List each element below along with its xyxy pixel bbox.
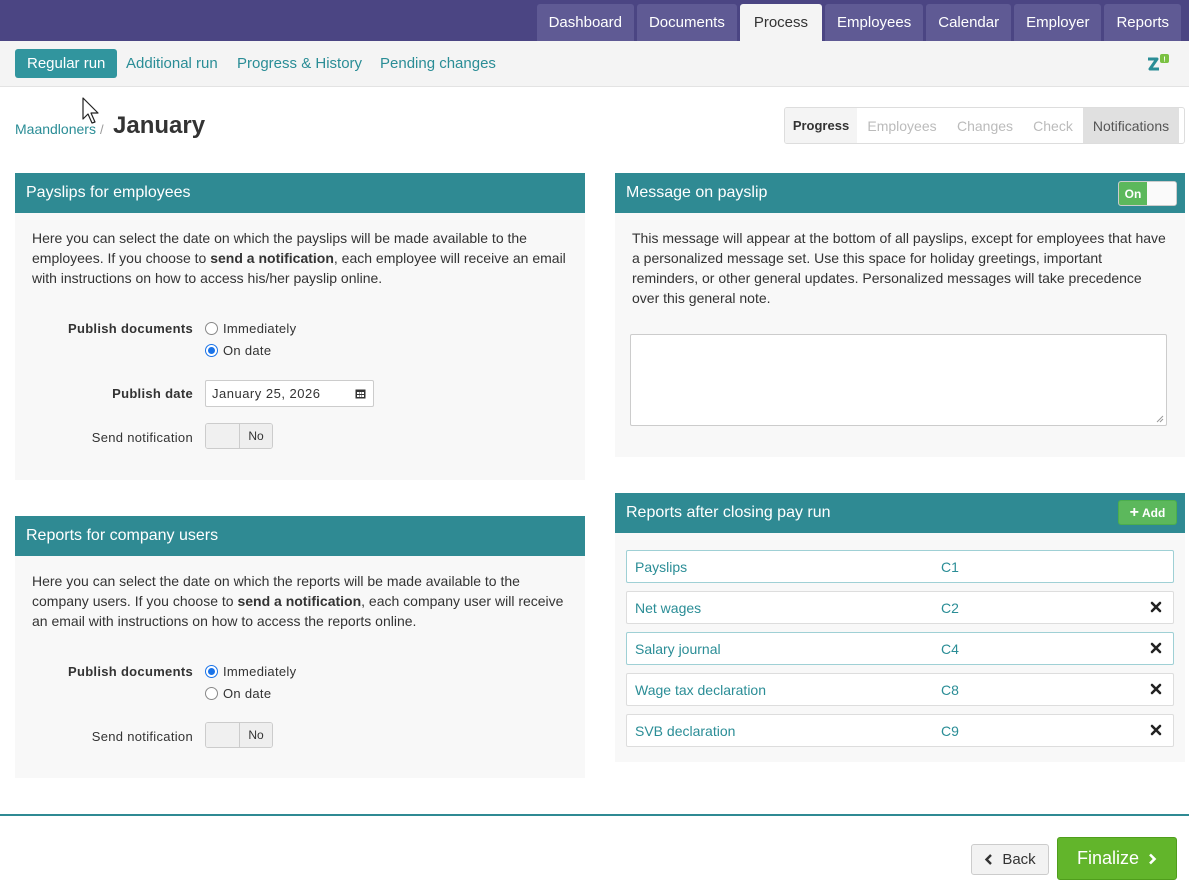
tab-dashboard[interactable]: Dashboard <box>536 4 634 41</box>
chevron-left-icon <box>985 854 993 865</box>
payslips-notify-toggle[interactable]: No <box>205 423 273 449</box>
radio-checked-icon[interactable] <box>205 344 218 357</box>
payslip-message-textarea[interactable] <box>630 334 1167 426</box>
radio-icon[interactable] <box>205 322 218 335</box>
toggle-knob <box>206 424 240 448</box>
svg-text:!: ! <box>1163 57 1165 64</box>
company-publish-label: Publish documents <box>67 664 193 679</box>
top-navigation-bar: Dashboard Documents Process Employees Ca… <box>0 0 1189 41</box>
remove-icon[interactable] <box>1149 723 1163 737</box>
payslips-description: Here you can select the date on which th… <box>32 230 566 286</box>
report-name[interactable]: Salary journal <box>635 641 721 657</box>
report-row[interactable]: SVB declaration C9 <box>626 714 1174 747</box>
report-code: C2 <box>941 599 959 616</box>
tab-calendar[interactable]: Calendar <box>926 4 1012 41</box>
tab-reports[interactable]: Reports <box>1104 4 1181 41</box>
payslips-radio-on-date[interactable]: On date <box>205 343 271 358</box>
report-code: C1 <box>941 558 959 575</box>
tab-process[interactable]: Process <box>739 4 823 41</box>
report-code: C9 <box>941 722 959 739</box>
toggle-knob <box>1147 182 1176 205</box>
subtab-regular-run[interactable]: Regular run <box>15 49 118 78</box>
chevron-right-icon <box>1149 853 1157 864</box>
payslips-notify-label: Send notification <box>91 430 193 445</box>
report-row[interactable]: Wage tax declaration C8 <box>626 673 1174 706</box>
subtab-progress-history[interactable]: Progress & History <box>237 49 362 78</box>
resize-grip-icon[interactable] <box>1156 415 1164 423</box>
company-radio-on-date[interactable]: On date <box>205 686 271 701</box>
notifications-icon[interactable]: ! <box>1145 53 1171 75</box>
page-title: January <box>113 112 206 139</box>
step-changes[interactable]: Changes <box>947 108 1023 143</box>
payslips-panel-title: Payslips for employees <box>15 173 585 213</box>
company-notify-toggle[interactable]: No <box>205 722 273 748</box>
message-description: This message will appear at the bottom o… <box>632 230 1166 306</box>
add-report-button[interactable]: + Add <box>1118 500 1177 525</box>
report-name[interactable]: Payslips <box>635 559 687 575</box>
message-toggle[interactable]: On <box>1118 181 1177 206</box>
sub-navigation-bar: Regular run Additional run Progress & Hi… <box>0 41 1189 87</box>
company-notify-label: Send notification <box>91 729 193 744</box>
toggle-knob <box>206 723 240 747</box>
toggle-state-label: No <box>240 723 272 747</box>
report-name[interactable]: Net wages <box>635 600 701 616</box>
finalize-button[interactable]: Finalize <box>1057 837 1177 880</box>
main-tabs: Dashboard Documents Process Employees Ca… <box>536 4 1181 41</box>
step-check[interactable]: Check <box>1023 108 1083 143</box>
remove-icon[interactable] <box>1149 641 1163 655</box>
back-button[interactable]: Back <box>971 844 1049 875</box>
company-panel-title: Reports for company users <box>15 516 585 556</box>
report-name[interactable]: Wage tax declaration <box>635 682 766 698</box>
subtab-additional-run[interactable]: Additional run <box>126 49 218 78</box>
step-notifications[interactable]: Notifications <box>1083 108 1179 143</box>
remove-icon[interactable] <box>1149 600 1163 614</box>
toggle-state-label: No <box>240 424 272 448</box>
tab-employees[interactable]: Employees <box>825 4 924 41</box>
payslips-publish-label: Publish documents <box>67 321 193 336</box>
reports-panel-title: Reports after closing pay run <box>615 493 1185 533</box>
radio-icon[interactable] <box>205 687 218 700</box>
process-steps: Progress Employees Changes Check Notific… <box>784 107 1185 144</box>
report-row[interactable]: Payslips C1 <box>626 550 1174 583</box>
company-radio-immediately[interactable]: Immediately <box>205 664 296 679</box>
report-code: C8 <box>941 681 959 698</box>
tab-employer[interactable]: Employer <box>1014 4 1102 41</box>
mouse-cursor-icon <box>82 97 99 124</box>
footer-divider <box>0 814 1189 816</box>
report-row[interactable]: Net wages C2 <box>626 591 1174 624</box>
message-panel-title: Message on payslip <box>615 173 1185 213</box>
publish-date-input[interactable]: January 25, 2026 <box>205 380 374 407</box>
report-code: C4 <box>941 640 959 657</box>
plus-icon: + <box>1129 503 1139 521</box>
calendar-icon[interactable] <box>355 388 366 399</box>
toggle-state-label: On <box>1119 182 1147 205</box>
step-employees[interactable]: Employees <box>857 108 947 143</box>
remove-icon[interactable] <box>1149 682 1163 696</box>
tab-documents[interactable]: Documents <box>636 4 737 41</box>
report-row[interactable]: Salary journal C4 <box>626 632 1174 665</box>
report-name[interactable]: SVB declaration <box>635 723 735 739</box>
publish-date-label: Publish date <box>112 386 193 401</box>
payslips-radio-immediately[interactable]: Immediately <box>205 321 296 336</box>
step-progress[interactable]: Progress <box>785 108 857 143</box>
subtab-pending-changes[interactable]: Pending changes <box>380 49 496 78</box>
company-description: Here you can select the date on which th… <box>32 573 564 629</box>
radio-checked-icon[interactable] <box>205 665 218 678</box>
